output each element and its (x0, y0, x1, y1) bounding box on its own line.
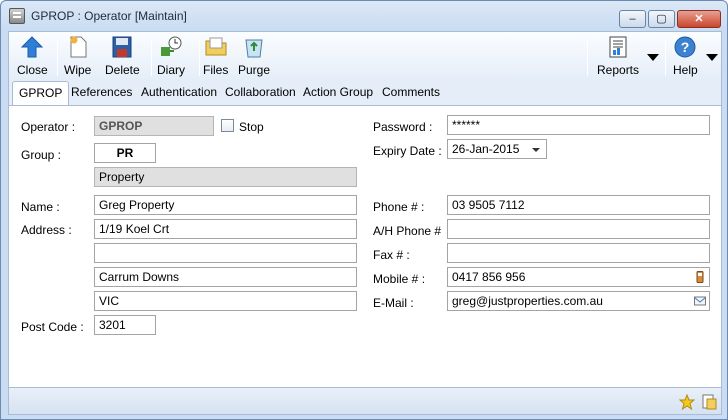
diary-label: Diary (157, 63, 186, 77)
reports-label: Reports (597, 63, 640, 77)
status-bar (8, 388, 722, 415)
email-value: greg@justproperties.com.au (452, 294, 603, 308)
ah-phone-label: A/H Phone # (373, 224, 442, 238)
tab-action-group[interactable]: Action Group (303, 85, 373, 99)
diary-button[interactable]: Diary (157, 35, 185, 80)
close-button[interactable]: Close (17, 35, 48, 80)
svg-text:?: ? (681, 39, 690, 55)
tab-references[interactable]: References (71, 85, 132, 99)
expiry-date-label: Expiry Date : (373, 144, 442, 158)
ah-phone-field[interactable] (447, 219, 710, 239)
delete-label: Delete (105, 63, 140, 77)
star-icon[interactable] (679, 394, 695, 410)
email-label: E-Mail : (373, 296, 414, 310)
operator-field[interactable]: GPROP (94, 116, 214, 136)
toolbar-separator (665, 38, 666, 76)
mobile-field[interactable]: 0417 856 956 (447, 267, 710, 287)
folder-icon (205, 37, 227, 56)
minimize-icon: – (629, 12, 636, 25)
diary-icon (161, 36, 182, 56)
help-button[interactable]: ? Help (673, 35, 698, 80)
fax-field[interactable] (447, 243, 710, 263)
tab-authentication[interactable]: Authentication (141, 85, 217, 99)
delete-button[interactable]: Delete (105, 35, 140, 80)
wipe-button[interactable]: Wipe (64, 35, 91, 80)
expiry-date-value: 26-Jan-2015 (452, 142, 520, 156)
tab-bar: GPROP References Authentication Collabor… (8, 81, 722, 105)
phone-field[interactable]: 03 9505 7112 (447, 195, 710, 215)
toolbar-separator (57, 38, 58, 76)
toolbar: Close Wipe Delete Diary Files Purge Repo… (8, 31, 722, 81)
mobile-phone-icon[interactable] (694, 271, 706, 283)
files-button[interactable]: Files (203, 35, 228, 80)
minimize-button[interactable]: – (619, 10, 646, 28)
group-code-field[interactable]: PR (94, 143, 156, 163)
app-icon (9, 8, 25, 24)
mobile-label: Mobile # : (373, 272, 426, 286)
tab-collaboration[interactable]: Collaboration (225, 85, 296, 99)
reports-dropdown-icon[interactable] (647, 54, 659, 61)
name-label: Name : (21, 200, 60, 214)
purge-button[interactable]: Purge (238, 35, 270, 80)
form-panel: Operator : GPROP Stop Group : PR Propert… (8, 105, 722, 388)
operator-label: Operator : (21, 120, 76, 134)
expiry-date-select[interactable]: 26-Jan-2015 (447, 139, 547, 159)
files-label: Files (203, 63, 229, 77)
postcode-field[interactable]: 3201 (94, 315, 156, 335)
window-title: GPROP : Operator [Maintain] (31, 9, 187, 23)
tab-comments[interactable]: Comments (382, 85, 440, 99)
close-icon: ✕ (694, 12, 704, 25)
address-line3-field[interactable]: Carrum Downs (94, 267, 357, 287)
close-label: Close (17, 63, 48, 77)
help-dropdown-icon[interactable] (706, 54, 718, 61)
close-window-button[interactable]: ✕ (677, 10, 721, 28)
toolbar-separator (587, 38, 588, 76)
group-label: Group : (21, 148, 62, 162)
maximize-icon: ▢ (656, 12, 667, 25)
address-line1-field[interactable]: 1/19 Koel Crt (94, 219, 357, 239)
reports-button[interactable]: Reports (597, 35, 639, 80)
password-label: Password : (373, 120, 433, 134)
up-arrow-icon (21, 36, 44, 58)
fax-label: Fax # : (373, 248, 410, 262)
help-icon: ? (674, 36, 696, 58)
help-label: Help (673, 63, 698, 77)
wipe-label: Wipe (64, 63, 92, 77)
report-icon (609, 36, 627, 58)
floppy-delete-icon (112, 36, 132, 58)
send-email-icon[interactable] (694, 295, 706, 307)
group-description-field: Property (94, 167, 357, 187)
name-field[interactable]: Greg Property (94, 195, 357, 215)
phone-label: Phone # : (373, 200, 425, 214)
notes-icon[interactable] (701, 394, 717, 410)
address-line2-field[interactable] (94, 243, 357, 263)
maximize-button[interactable]: ▢ (648, 10, 675, 28)
address-line4-field[interactable]: VIC (94, 291, 357, 311)
new-document-icon (70, 36, 87, 58)
password-field[interactable]: ****** (447, 115, 710, 135)
window-controls: – ▢ ✕ (619, 10, 721, 28)
operator-window: GPROP : Operator [Maintain] – ▢ ✕ Close … (0, 0, 728, 420)
stop-checkbox[interactable] (221, 119, 234, 132)
toolbar-separator (151, 38, 152, 76)
postcode-label: Post Code : (21, 320, 84, 334)
chevron-down-icon[interactable] (532, 148, 540, 152)
stop-label: Stop (239, 120, 264, 134)
toolbar-separator (199, 38, 200, 76)
mobile-value: 0417 856 956 (452, 270, 526, 284)
purge-label: Purge (238, 63, 271, 77)
recycle-bin-icon (245, 39, 263, 58)
address-label: Address : (21, 223, 72, 237)
title-bar: GPROP : Operator [Maintain] – ▢ ✕ (1, 1, 727, 31)
email-field[interactable]: greg@justproperties.com.au (447, 291, 710, 311)
tab-gprop[interactable]: GPROP (12, 81, 70, 105)
